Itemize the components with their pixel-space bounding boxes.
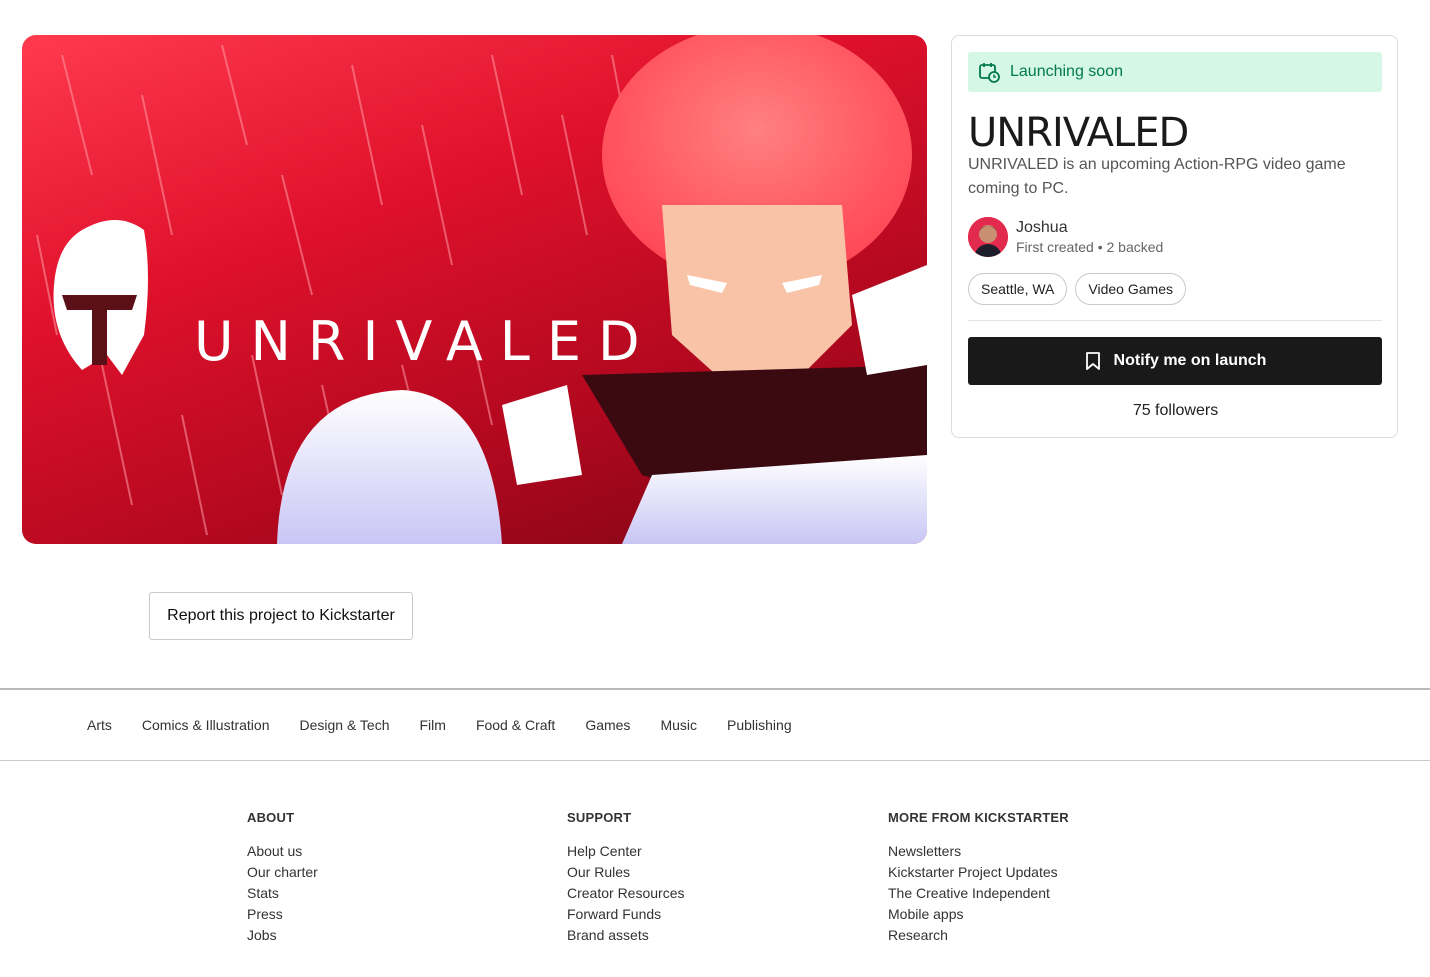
category-link-games[interactable]: Games: [585, 717, 630, 733]
footer-link[interactable]: Newsletters: [888, 841, 1069, 862]
footer-link[interactable]: Forward Funds: [567, 904, 685, 925]
followers-count: 75 followers: [1132, 402, 1219, 419]
calendar-clock-icon: [979, 63, 1000, 83]
location-tag[interactable]: Seattle, WA: [968, 273, 1068, 305]
creator-name[interactable]: Joshua: [1016, 219, 1163, 237]
character-fist: [277, 390, 502, 544]
project-hero-image: UNRIVALED: [22, 35, 927, 544]
category-nav: Arts Comics & Illustration Design & Tech…: [0, 688, 1430, 761]
hero-artwork: [36, 35, 927, 544]
footer-heading: MORE FROM KICKSTARTER: [888, 810, 1069, 825]
category-link-film[interactable]: Film: [420, 717, 446, 733]
footer-link[interactable]: Mobile apps: [888, 904, 1069, 925]
divider: [968, 320, 1382, 321]
footer-link[interactable]: Creator Resources: [567, 883, 685, 904]
footer-link[interactable]: Stats: [247, 883, 318, 904]
creator-info[interactable]: Joshua First created • 2 backed: [968, 216, 1163, 258]
footer-link[interactable]: About us: [247, 841, 318, 862]
launch-status-label: Launching soon: [1010, 63, 1123, 80]
footer-link[interactable]: Brand assets: [567, 925, 685, 946]
footer-support-column: SUPPORT Help Center Our Rules Creator Re…: [567, 810, 685, 946]
footer-about-column: ABOUT About us Our charter Stats Press J…: [247, 810, 318, 946]
category-tag[interactable]: Video Games: [1075, 273, 1186, 305]
project-summary-card: Launching soon UNRIVALED UNRIVALED is an…: [951, 35, 1398, 438]
creator-avatar-icon: [968, 217, 1008, 257]
footer-heading: SUPPORT: [567, 810, 632, 825]
creator-meta: First created • 2 backed: [1016, 239, 1164, 255]
category-link-arts[interactable]: Arts: [87, 717, 112, 733]
footer-link[interactable]: The Creative Independent: [888, 883, 1069, 904]
notify-label: Notify me on launch: [1113, 352, 1267, 369]
footer-more-column: MORE FROM KICKSTARTER Newsletters Kickst…: [888, 810, 1069, 946]
category-link-design-tech[interactable]: Design & Tech: [299, 717, 389, 733]
footer-link[interactable]: Help Center: [567, 841, 685, 862]
category-link-food-craft[interactable]: Food & Craft: [476, 717, 555, 733]
category-link-comics[interactable]: Comics & Illustration: [142, 717, 270, 733]
footer-link[interactable]: Research: [888, 925, 1069, 946]
footer-link[interactable]: Press: [247, 904, 318, 925]
project-title: UNRIVALED: [968, 110, 1189, 156]
avatar[interactable]: [968, 217, 1008, 257]
unrivaled-helmet-logo: [53, 220, 148, 375]
footer-link[interactable]: Our Rules: [567, 862, 685, 883]
bookmark-icon: [1085, 352, 1100, 370]
project-tags: Seattle, WA Video Games: [968, 273, 1186, 305]
notify-on-launch-button[interactable]: Notify me on launch: [968, 337, 1382, 385]
footer-link[interactable]: Jobs: [247, 925, 318, 946]
footer-heading: ABOUT: [247, 810, 295, 825]
hero-wordmark: UNRIVALED: [194, 310, 657, 373]
character-face: [662, 205, 852, 380]
footer-link[interactable]: Kickstarter Project Updates: [888, 862, 1069, 883]
category-link-publishing[interactable]: Publishing: [727, 717, 792, 733]
launch-status-banner: Launching soon: [968, 52, 1382, 92]
project-blurb: UNRIVALED is an upcoming Action-RPG vide…: [968, 156, 1346, 197]
footer-link[interactable]: Our charter: [247, 862, 318, 883]
report-project-button[interactable]: Report this project to Kickstarter: [149, 592, 413, 640]
category-link-music[interactable]: Music: [660, 717, 697, 733]
